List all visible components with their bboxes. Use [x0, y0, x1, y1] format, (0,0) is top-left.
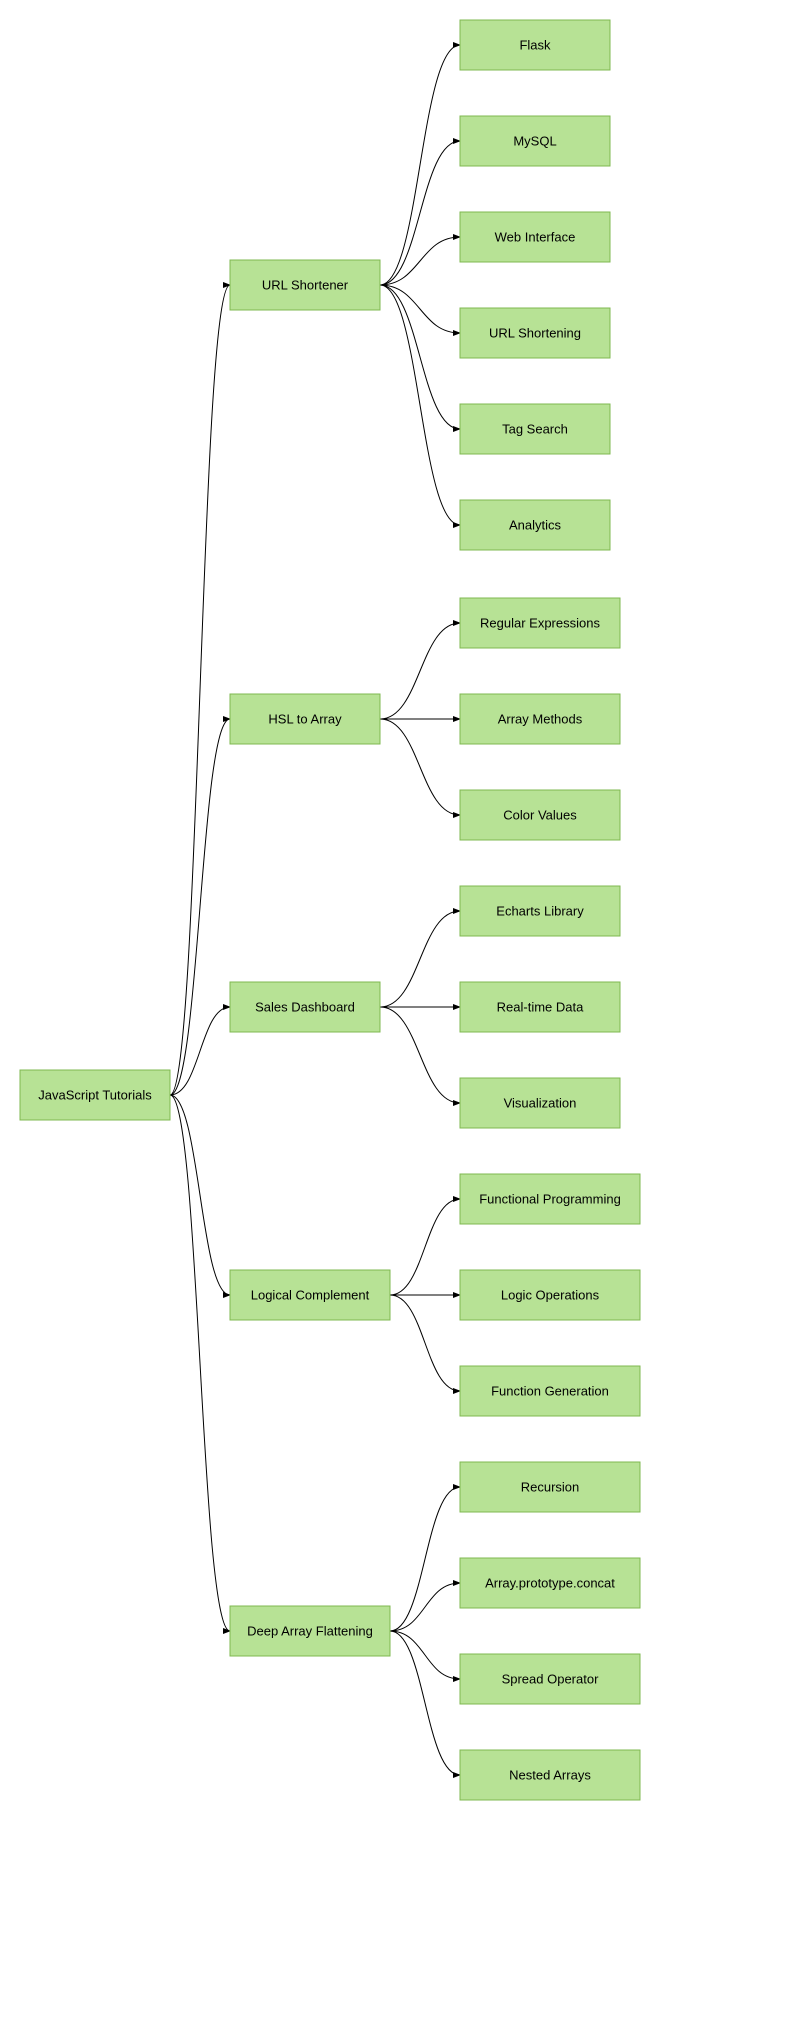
node-label: Regular Expressions — [480, 615, 600, 630]
edge-root-n5 — [170, 1095, 230, 1631]
tree-diagram: JavaScript Tutorials URL Shortener Flask My… — [0, 0, 800, 2034]
node-label: Array.prototype.concat — [485, 1575, 615, 1590]
node-label: JavaScript Tutorials — [38, 1087, 152, 1102]
node-label: Array Methods — [498, 711, 583, 726]
node-label: Flask — [519, 37, 551, 52]
node-label: HSL to Array — [268, 711, 342, 726]
node-n1f: Analytics — [460, 500, 610, 550]
edge-n5-n5b — [390, 1583, 460, 1631]
edge-n3-n3a — [380, 911, 460, 1007]
node-n5c: Spread Operator — [460, 1654, 640, 1704]
node-n4b: Logic Operations — [460, 1270, 640, 1320]
edge-n1-n1c — [380, 237, 460, 285]
edge-n5-n5d — [390, 1631, 460, 1775]
edge-root-n4 — [170, 1095, 230, 1295]
node-n1a: Flask — [460, 20, 610, 70]
node-n3a: Echarts Library — [460, 886, 620, 936]
node-root: JavaScript Tutorials — [20, 1070, 170, 1120]
node-n1: URL Shortener — [230, 260, 380, 310]
node-n2c: Color Values — [460, 790, 620, 840]
node-label: Functional Programming — [479, 1191, 621, 1206]
edge-n1-n1f — [380, 285, 460, 525]
node-n5: Deep Array Flattening — [230, 1606, 390, 1656]
edge-n1-n1a — [380, 45, 460, 285]
node-label: MySQL — [513, 133, 556, 148]
edge-n5-n5a — [390, 1487, 460, 1631]
node-label: Tag Search — [502, 421, 568, 436]
node-n4c: Function Generation — [460, 1366, 640, 1416]
node-n2: HSL to Array — [230, 694, 380, 744]
node-n2b: Array Methods — [460, 694, 620, 744]
node-n1b: MySQL — [460, 116, 610, 166]
node-n3b: Real-time Data — [460, 982, 620, 1032]
node-n4a: Functional Programming — [460, 1174, 640, 1224]
node-label: Spread Operator — [502, 1671, 600, 1686]
edge-root-n1 — [170, 285, 230, 1095]
node-n3: Sales Dashboard — [230, 982, 380, 1032]
edge-n4-n4a — [390, 1199, 460, 1295]
edge-root-n2 — [170, 719, 230, 1095]
node-label: Deep Array Flattening — [247, 1623, 373, 1638]
edge-n2-n2a — [380, 623, 460, 719]
node-label: Web Interface — [495, 229, 576, 244]
node-label: Nested Arrays — [509, 1767, 591, 1782]
node-label: URL Shortener — [262, 277, 349, 292]
node-n1e: Tag Search — [460, 404, 610, 454]
node-label: Color Values — [503, 807, 577, 822]
edge-n4-n4c — [390, 1295, 460, 1391]
node-label: Visualization — [504, 1095, 577, 1110]
node-n1c: Web Interface — [460, 212, 610, 262]
edge-n5-n5c — [390, 1631, 460, 1679]
edge-n1-n1d — [380, 285, 460, 333]
node-label: Echarts Library — [496, 903, 584, 918]
node-n1d: URL Shortening — [460, 308, 610, 358]
node-n4: Logical Complement — [230, 1270, 390, 1320]
edge-n2-n2c — [380, 719, 460, 815]
node-n2a: Regular Expressions — [460, 598, 620, 648]
node-label: Function Generation — [491, 1383, 609, 1398]
node-label: URL Shortening — [489, 325, 581, 340]
node-label: Real-time Data — [497, 999, 584, 1014]
node-label: Logical Complement — [251, 1287, 370, 1302]
node-label: Sales Dashboard — [255, 999, 355, 1014]
node-n3c: Visualization — [460, 1078, 620, 1128]
node-n5b: Array.prototype.concat — [460, 1558, 640, 1608]
node-label: Analytics — [509, 517, 562, 532]
edge-n3-n3c — [380, 1007, 460, 1103]
node-label: Recursion — [521, 1479, 580, 1494]
node-n5d: Nested Arrays — [460, 1750, 640, 1800]
node-label: Logic Operations — [501, 1287, 600, 1302]
node-n5a: Recursion — [460, 1462, 640, 1512]
